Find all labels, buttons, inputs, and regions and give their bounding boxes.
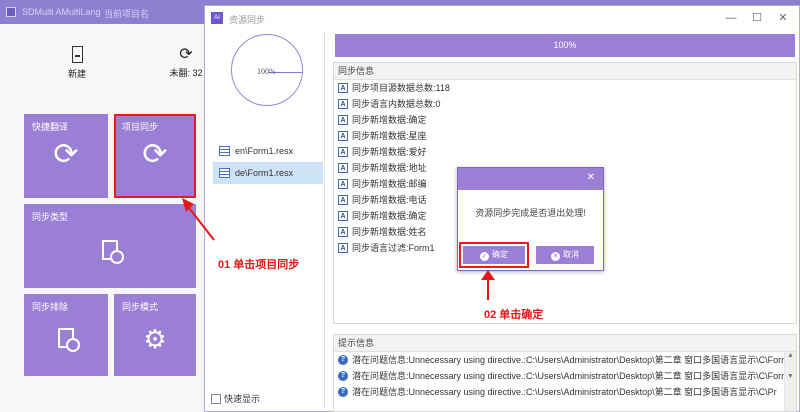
list-item: A 同步语言内数据总数:0	[334, 96, 796, 112]
sync-icon: ⟳	[142, 138, 168, 171]
untranslated-button[interactable]: ⟳ 未翻: 32	[166, 46, 206, 79]
sync-icon: ⟳	[53, 138, 79, 171]
log-text: 同步项目源数据总数:118	[352, 83, 450, 93]
list-item: A 同步项目源数据总数:118	[334, 80, 796, 96]
new-document-icon	[71, 46, 83, 63]
list-item: A 同步新增数据:确定	[334, 112, 796, 128]
log-text: 同步新增数据:确定	[352, 115, 427, 125]
text-resource-icon: A	[338, 147, 348, 157]
maximize-button[interactable]: ☐	[747, 10, 767, 26]
list-item: ? 潜在问题信息:Unnecessary using directive.:C:\…	[334, 384, 796, 400]
text-resource-icon: A	[338, 211, 348, 221]
file-name: de\Form1.resx	[235, 168, 294, 178]
log-text: 同步语言内数据总数:0	[352, 99, 441, 109]
gear-icon: ⚙	[143, 324, 167, 354]
text-resource-icon: A	[338, 227, 348, 237]
sync-window-title: 资源同步	[229, 15, 266, 25]
quick-translate-tile[interactable]: 快捷翻译 ⟳	[24, 114, 108, 198]
text-resource-icon: A	[338, 163, 348, 173]
fast-show-checkbox[interactable]: 快速显示	[211, 392, 260, 405]
hint-text: 潜在问题信息:Unnecessary using directive.:C:\U…	[352, 355, 789, 365]
vertical-scrollbar[interactable]: ▲ ▼	[784, 352, 796, 411]
sync-exclude-tile[interactable]: 同步排除	[24, 294, 108, 376]
file-settings-icon	[24, 240, 196, 264]
text-resource-icon: A	[338, 131, 348, 141]
new-button-label: 新建	[67, 69, 86, 79]
minimize-button[interactable]: —	[721, 10, 741, 26]
annotation-arrow-1	[182, 198, 215, 241]
progress-bar: 100%	[335, 34, 795, 57]
dialog-titlebar: ✕	[458, 168, 603, 190]
question-icon: ?	[338, 355, 348, 365]
quick-translate-label: 快捷翻译	[32, 122, 69, 132]
file-settings-icon	[24, 328, 108, 352]
annotation-step-1: 01 单击项目同步	[218, 259, 300, 271]
check-icon: ✓	[480, 252, 489, 261]
hint-info-panel: 提示信息 ? 潜在问题信息:Unnecessary using directive…	[333, 334, 797, 412]
sync-exclude-label: 同步排除	[32, 302, 69, 312]
sync-type-label: 同步类型	[32, 212, 69, 222]
sync-titlebar: AI 资源同步 — ☐ ✕	[205, 6, 799, 30]
sync-type-tile[interactable]: 同步类型	[24, 204, 196, 288]
text-resource-icon: A	[338, 83, 348, 93]
progress-circle: 100%	[231, 34, 303, 106]
text-resource-icon: A	[338, 179, 348, 189]
dialog-close-icon[interactable]: ✕	[587, 172, 595, 183]
annotation-arrow-2	[481, 270, 495, 300]
log-text: 同步新增数据:电话	[352, 195, 427, 205]
file-item-selected[interactable]: de\Form1.resx	[213, 162, 323, 184]
left-panel: 新建 ⟳ 未翻: 32 快捷翻译 ⟳ 项目同步 ⟳ 同步类型 同步排除 同步模式…	[0, 24, 205, 412]
fast-show-label: 快速显示	[224, 394, 261, 404]
sync-window-logo-icon: AI	[211, 12, 223, 24]
file-panel: 100% en\Form1.resx de\Form1.resx 快速显示	[209, 32, 325, 408]
cancel-label: 取消	[563, 250, 579, 259]
project-sync-label: 项目同步	[122, 122, 159, 132]
sync-mode-tile[interactable]: 同步模式 ⚙	[114, 294, 196, 376]
sync-mode-label: 同步模式	[122, 302, 159, 312]
list-item: ? 潜在问题信息:Unnecessary using directive.:C:\…	[334, 368, 796, 384]
project-sync-tile[interactable]: 项目同步 ⟳	[114, 114, 196, 198]
project-name: 当前项目名	[104, 9, 150, 19]
refresh-icon: ⟳	[179, 46, 193, 63]
file-name: en\Form1.resx	[235, 146, 294, 156]
question-icon: ?	[338, 371, 348, 381]
progress-bar-label: 100%	[553, 40, 577, 50]
ok-label: 确定	[492, 250, 508, 259]
close-button[interactable]: ✕	[773, 10, 793, 26]
dialog-message: 资源同步完成是否退出处理!	[475, 208, 586, 218]
question-icon: ?	[338, 387, 348, 397]
new-button[interactable]: 新建	[62, 46, 92, 80]
log-text: 同步新增数据:邮编	[352, 179, 427, 189]
hint-text: 潜在问题信息:Unnecessary using directive.:C:\U…	[352, 387, 777, 397]
list-item: A 同步新增数据:爱好	[334, 144, 796, 160]
text-resource-icon: A	[338, 115, 348, 125]
text-resource-icon: A	[338, 195, 348, 205]
file-item[interactable]: en\Form1.resx	[213, 140, 323, 162]
progress-circle-percent: 100%	[257, 67, 276, 76]
log-text: 同步新增数据:爱好	[352, 147, 427, 157]
app-logo-icon	[6, 7, 16, 17]
close-circle-icon: ✕	[551, 252, 560, 261]
log-text: 同步新增数据:姓名	[352, 227, 427, 237]
log-text: 同步新增数据:地址	[352, 163, 427, 173]
main-title: SDMulti AMultiLang	[22, 7, 101, 17]
cancel-button[interactable]: ✕ 取消	[536, 246, 594, 264]
log-text: 同步新增数据:确定	[352, 211, 427, 221]
confirm-dialog: ✕ 资源同步完成是否退出处理! ✓ 确定 ✕ 取消	[457, 167, 604, 271]
untranslated-label: 未翻: 32	[169, 68, 203, 78]
checkbox-box[interactable]	[211, 394, 221, 404]
hint-info-header: 提示信息	[334, 335, 796, 352]
annotation-step-2: 02 单击确定	[484, 309, 544, 321]
log-text: 同步新增数据:星座	[352, 131, 427, 141]
resx-file-icon	[219, 168, 230, 178]
list-item: A 同步新增数据:星座	[334, 128, 796, 144]
log-text: 同步语言过滤:Form1	[352, 243, 435, 253]
list-item: ? 潜在问题信息:Unnecessary using directive.:C:\…	[334, 352, 796, 368]
text-resource-icon: A	[338, 243, 348, 253]
hint-text: 潜在问题信息:Unnecessary using directive.:C:\U…	[352, 371, 789, 381]
resx-file-icon	[219, 146, 230, 156]
ok-button[interactable]: ✓ 确定	[459, 242, 529, 268]
text-resource-icon: A	[338, 99, 348, 109]
sync-info-header: 同步信息	[334, 63, 796, 80]
